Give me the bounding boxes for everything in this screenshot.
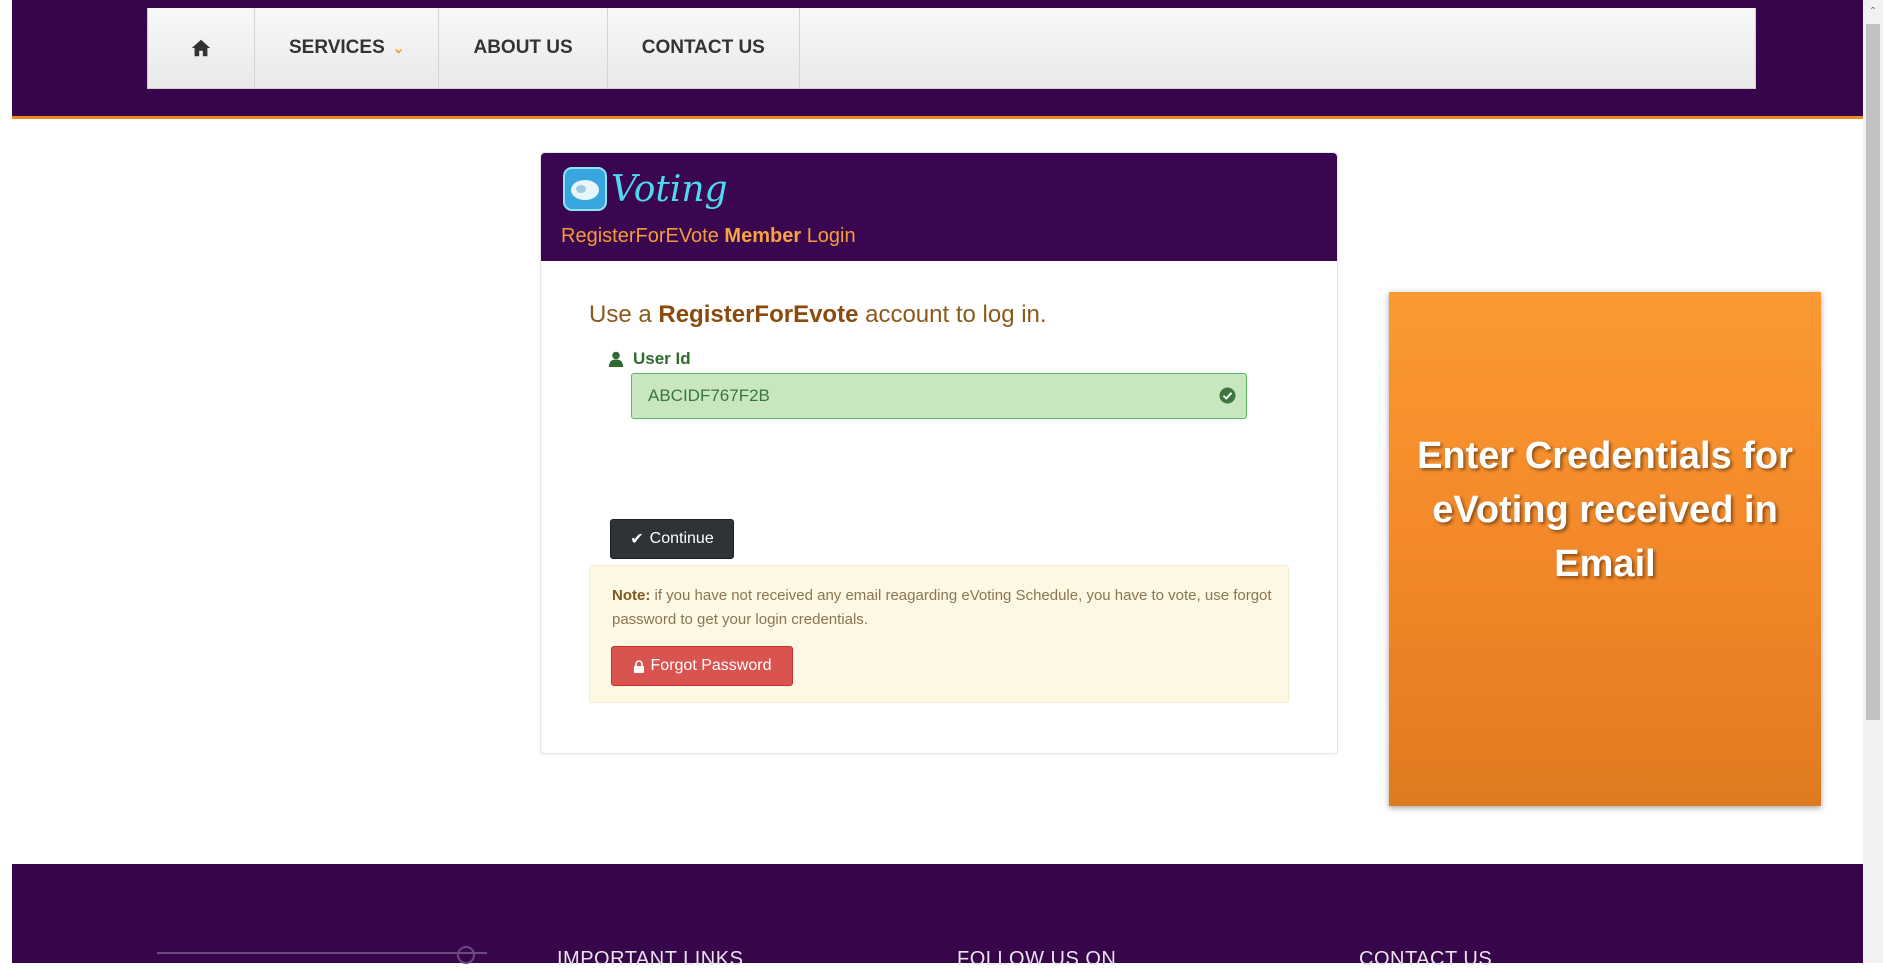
lead-suffix: account to log in. bbox=[865, 301, 1047, 328]
check-icon: ✔ bbox=[630, 531, 644, 548]
continue-button[interactable]: ✔ Continue bbox=[610, 519, 734, 559]
note-alert: Note: if you have not received any email… bbox=[589, 565, 1289, 703]
callout-text: Enter Credentials for eVoting received i… bbox=[1417, 435, 1793, 585]
scroll-up-arrow-icon[interactable]: ˆ bbox=[1863, 2, 1883, 22]
forgot-password-button[interactable]: Forgot Password bbox=[611, 646, 793, 686]
nav-contact-us[interactable]: CONTACT US bbox=[608, 8, 800, 88]
main-navbar: SERVICES ⌄ ABOUT US CONTACT US bbox=[147, 8, 1756, 89]
lead-prefix: Use a bbox=[589, 301, 652, 328]
user-id-input[interactable] bbox=[632, 374, 1208, 418]
vertical-scrollbar[interactable]: ˆ bbox=[1863, 0, 1883, 963]
evoting-logo: Voting bbox=[563, 167, 728, 211]
nav-contact-us-label: CONTACT US bbox=[641, 37, 765, 58]
footer-logo-line bbox=[157, 952, 487, 954]
scrollbar-thumb[interactable] bbox=[1866, 24, 1880, 720]
footer-heading-important-links: IMPORTANT LINKS bbox=[557, 948, 744, 970]
nav-services[interactable]: SERVICES ⌄ bbox=[255, 8, 440, 88]
title-suffix: Login bbox=[806, 225, 856, 247]
footer-heading-contact-us: CONTACT US bbox=[1359, 948, 1493, 970]
title-bold: Member bbox=[724, 225, 802, 247]
nav-about-us[interactable]: ABOUT US bbox=[439, 8, 608, 88]
login-panel-header: Voting RegisterForEVote Member Login bbox=[541, 153, 1337, 261]
home-icon bbox=[191, 39, 211, 57]
chevron-down-icon: ⌄ bbox=[392, 39, 405, 56]
continue-label: Continue bbox=[649, 530, 714, 547]
lead-bold: RegisterForEvote bbox=[658, 301, 859, 328]
top-header-band: SERVICES ⌄ ABOUT US CONTACT US bbox=[12, 0, 1863, 119]
instruction-callout: Enter Credentials for eVoting received i… bbox=[1389, 292, 1821, 806]
user-icon bbox=[609, 351, 623, 367]
note-bold: Note: bbox=[612, 587, 651, 604]
forgot-password-label: Forgot Password bbox=[650, 657, 772, 674]
user-id-label: User Id bbox=[609, 349, 691, 369]
nav-services-label: SERVICES bbox=[289, 37, 385, 58]
footer-logo-mark bbox=[457, 946, 475, 964]
lock-icon bbox=[633, 659, 644, 673]
login-panel: Voting RegisterForEVote Member Login Use… bbox=[540, 152, 1338, 754]
panel-title: RegisterForEVote Member Login bbox=[561, 225, 856, 248]
nav-home[interactable] bbox=[148, 8, 255, 88]
footer-heading-follow-us: FOLLOW US ON bbox=[957, 948, 1117, 970]
user-id-label-text: User Id bbox=[633, 349, 691, 368]
login-lead-text: Use a RegisterForEvote account to log in… bbox=[589, 301, 1047, 329]
check-circle-icon bbox=[1219, 387, 1236, 404]
note-body: if you have not received any email reaga… bbox=[612, 587, 1272, 628]
note-text: Note: if you have not received any email… bbox=[612, 584, 1282, 632]
title-prefix: RegisterForEVote bbox=[561, 225, 719, 247]
nav-about-us-label: ABOUT US bbox=[473, 37, 573, 58]
footer: IMPORTANT LINKS FOLLOW US ON CONTACT US bbox=[12, 864, 1863, 970]
logo-text: Voting bbox=[611, 168, 728, 210]
user-id-field-wrapper bbox=[631, 373, 1247, 419]
mouse-logo-icon bbox=[563, 167, 607, 211]
